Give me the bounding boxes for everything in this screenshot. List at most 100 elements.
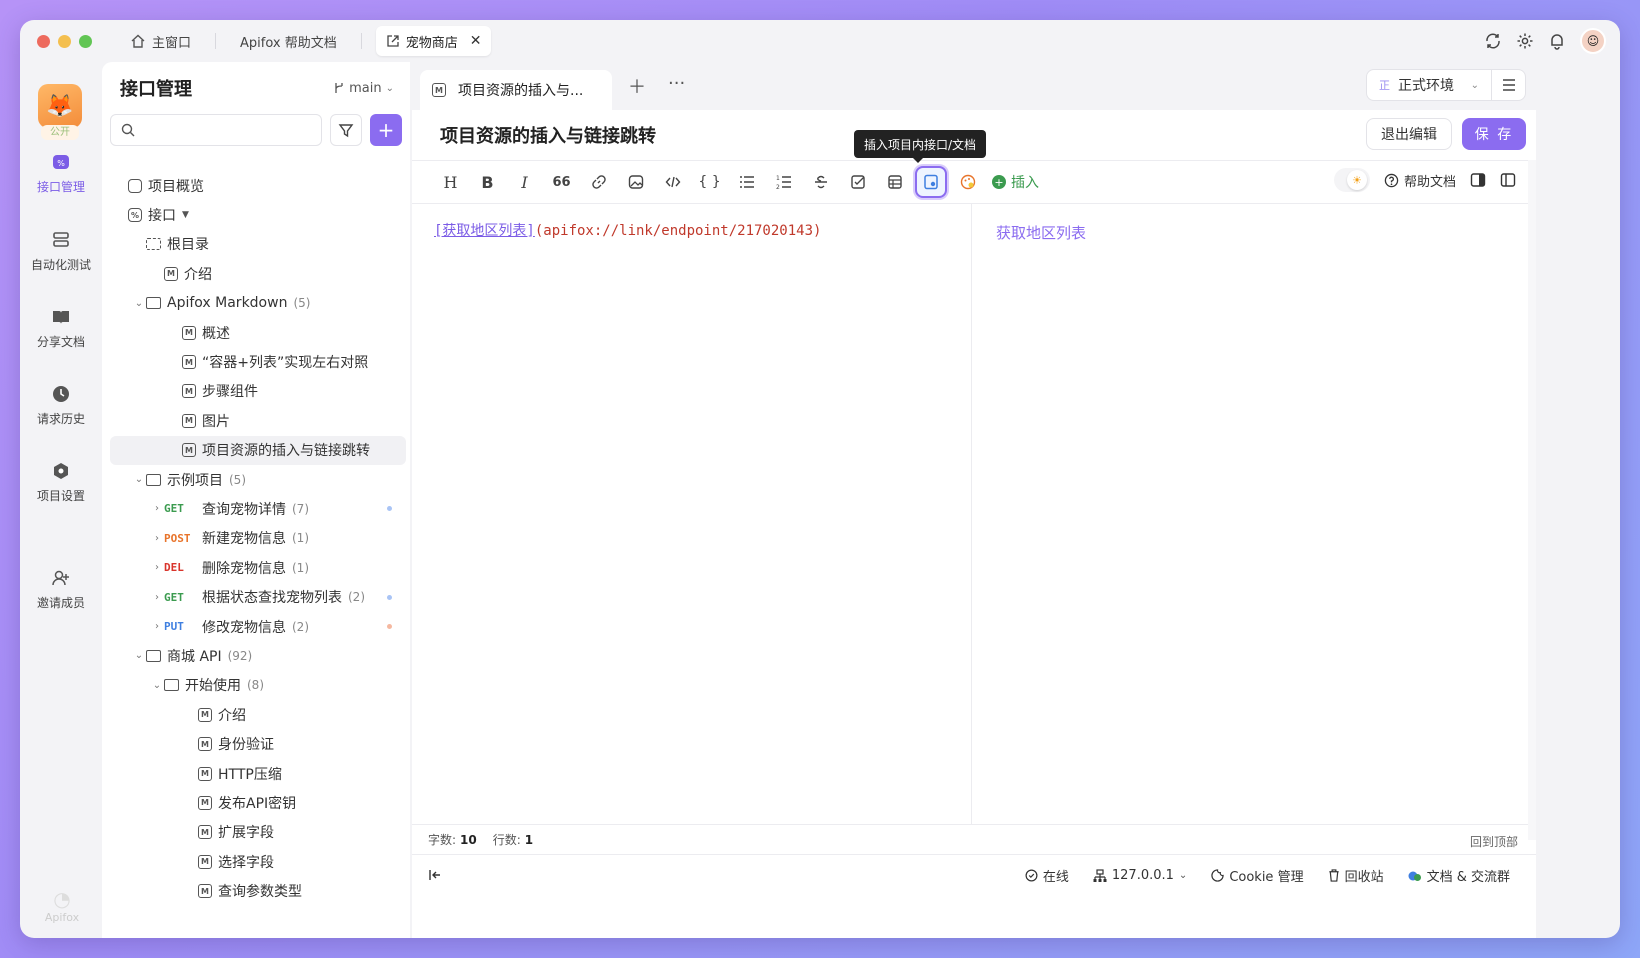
- heading-button[interactable]: H: [432, 167, 469, 197]
- chevron-right-icon[interactable]: ›: [150, 562, 164, 573]
- tree-item-label: 查询宠物详情: [202, 501, 286, 518]
- rail-item-request-history[interactable]: 请求历史: [20, 384, 102, 427]
- window-tab-help-docs[interactable]: Apifox 帮助文档: [230, 26, 347, 56]
- maximize-window-button[interactable]: [79, 34, 92, 48]
- tree-item[interactable]: › PUT 修改宠物信息 (2): [110, 612, 406, 641]
- tree-item[interactable]: M 介绍: [110, 259, 406, 288]
- online-status[interactable]: 在线: [1025, 866, 1069, 885]
- image-button[interactable]: [617, 167, 654, 197]
- environment-menu-button[interactable]: [1491, 70, 1525, 100]
- search-input[interactable]: [110, 114, 322, 146]
- chevron-down-icon[interactable]: ⌄: [132, 650, 146, 661]
- tree-item[interactable]: M 步骤组件: [110, 377, 406, 406]
- table-button[interactable]: [876, 167, 913, 197]
- rail-item-shared-docs[interactable]: 分享文档: [20, 307, 102, 350]
- minimize-window-button[interactable]: [58, 34, 71, 48]
- tree-item[interactable]: M 概述: [110, 318, 406, 347]
- document-tab-active[interactable]: M 项目资源的插入与...: [420, 70, 612, 110]
- code-button[interactable]: [654, 167, 691, 197]
- tree-item[interactable]: ⌄ 示例项目 (5): [110, 465, 406, 494]
- insert-project-resource-button[interactable]: [915, 166, 947, 198]
- close-tab-icon[interactable]: ✕: [470, 33, 482, 49]
- tree-item[interactable]: › GET 查询宠物详情 (7): [110, 494, 406, 523]
- tree-item[interactable]: › DEL 删除宠物信息 (1): [110, 553, 406, 582]
- exit-edit-button[interactable]: 退出编辑: [1366, 118, 1452, 150]
- chevron-right-icon[interactable]: ›: [150, 503, 164, 514]
- tree-item[interactable]: ⌄ 商城 API (92): [110, 641, 406, 670]
- cookie-manager[interactable]: Cookie 管理: [1211, 866, 1304, 885]
- tree-item-label: 新建宠物信息: [202, 531, 286, 548]
- tree-item[interactable]: › GET 根据状态查找宠物列表 (2): [110, 582, 406, 611]
- rail-item-project-settings[interactable]: 项目设置: [20, 461, 102, 504]
- server-selector[interactable]: 127.0.0.1 ⌄: [1093, 868, 1187, 883]
- sidebar-header: 接口管理 main ⌄: [102, 62, 410, 114]
- editor-scrollbar[interactable]: [1528, 160, 1536, 840]
- chevron-right-icon[interactable]: ›: [150, 621, 164, 632]
- bullet-list-button[interactable]: [728, 167, 765, 197]
- help-docs-link[interactable]: 帮助文档: [1384, 171, 1456, 190]
- tree-item[interactable]: ⌄ 开始使用 (8): [110, 671, 406, 700]
- collapse-sidebar-icon[interactable]: [428, 868, 442, 882]
- back-to-top-link[interactable]: 回到顶部: [1470, 833, 1518, 850]
- tree-item[interactable]: M “容器+列表”实现左右对照: [110, 347, 406, 376]
- user-avatar[interactable]: ☺: [1580, 28, 1606, 54]
- chevron-right-icon[interactable]: ›: [150, 533, 164, 544]
- preview-link[interactable]: 获取地区列表: [996, 224, 1086, 242]
- tree-item[interactable]: 根目录: [110, 230, 406, 259]
- rail-item-automated-testing[interactable]: 自动化测试: [20, 230, 102, 273]
- task-list-button[interactable]: [839, 167, 876, 197]
- link-button[interactable]: [580, 167, 617, 197]
- chevron-down-icon[interactable]: ⌄: [132, 474, 146, 485]
- insert-menu-button[interactable]: + 插入: [992, 172, 1039, 192]
- caret-down-icon[interactable]: ▼: [182, 210, 189, 220]
- emoji-button[interactable]: [949, 167, 986, 197]
- docs-community[interactable]: 文档 & 交流群: [1408, 866, 1510, 885]
- tree-item[interactable]: M 查询参数类型: [110, 876, 406, 905]
- tree-item[interactable]: M 选择字段: [110, 847, 406, 876]
- project-logo[interactable]: 🦊: [38, 84, 82, 128]
- rail-item-invite-members[interactable]: 邀请成员: [20, 568, 102, 611]
- tree-item-count: (92): [227, 648, 253, 663]
- tree-item[interactable]: M 扩展字段: [110, 818, 406, 847]
- tree-item[interactable]: M 介绍: [110, 700, 406, 729]
- tree-item[interactable]: % 接口 ▼: [110, 200, 406, 229]
- sync-icon[interactable]: [1484, 32, 1502, 50]
- tree-item[interactable]: M 项目资源的插入与链接跳转: [110, 435, 406, 465]
- bell-icon[interactable]: [1548, 32, 1566, 50]
- rail-item-api-management[interactable]: % 接口管理: [20, 152, 102, 195]
- chevron-down-icon[interactable]: ⌄: [132, 298, 146, 309]
- bold-button[interactable]: B: [469, 167, 506, 197]
- save-button[interactable]: 保 存: [1462, 118, 1526, 150]
- code-block-button[interactable]: { }: [691, 167, 728, 197]
- tree-item[interactable]: 项目概览: [110, 171, 406, 200]
- ordered-list-button[interactable]: 12: [765, 167, 802, 197]
- branch-selector[interactable]: main ⌄: [333, 81, 394, 96]
- window-tab-pet-store[interactable]: 宠物商店 ✕: [375, 26, 492, 56]
- filter-button[interactable]: [330, 114, 362, 146]
- right-panel-toggle-icon[interactable]: [1470, 172, 1486, 188]
- tree-item[interactable]: ⌄ Apifox Markdown (5): [110, 289, 406, 318]
- window-tabs: 主窗口 Apifox 帮助文档 宠物商店 ✕: [120, 26, 492, 56]
- quote-button[interactable]: 66: [543, 167, 580, 197]
- tree-item[interactable]: M 身份验证: [110, 729, 406, 758]
- more-options-icon[interactable]: ···: [668, 73, 685, 99]
- left-panel-toggle-icon[interactable]: [1500, 172, 1516, 188]
- tree-item[interactable]: M 图片: [110, 406, 406, 435]
- tree-item[interactable]: M HTTP压缩: [110, 759, 406, 788]
- theme-toggle[interactable]: ☀: [1333, 168, 1370, 192]
- close-window-button[interactable]: [37, 34, 50, 48]
- add-item-button[interactable]: +: [370, 114, 402, 146]
- trash-bin[interactable]: 回收站: [1328, 866, 1384, 885]
- tree-item[interactable]: M 发布API密钥: [110, 788, 406, 817]
- environment-dropdown[interactable]: 正 正式环境 ⌄: [1367, 75, 1491, 95]
- chevron-right-icon[interactable]: ›: [150, 592, 164, 603]
- chevron-down-icon[interactable]: ⌄: [150, 680, 164, 691]
- markdown-editor[interactable]: [获取地区列表](apifox://link/endpoint/21702014…: [412, 204, 972, 824]
- environment-selector[interactable]: 正 正式环境 ⌄: [1366, 69, 1526, 101]
- settings-gear-icon[interactable]: [1516, 32, 1534, 50]
- tree-item[interactable]: › POST 新建宠物信息 (1): [110, 524, 406, 553]
- strikethrough-button[interactable]: [802, 167, 839, 197]
- new-tab-plus-icon[interactable]: ＋: [628, 73, 646, 99]
- italic-button[interactable]: I: [506, 167, 543, 197]
- window-tab-home[interactable]: 主窗口: [120, 26, 201, 56]
